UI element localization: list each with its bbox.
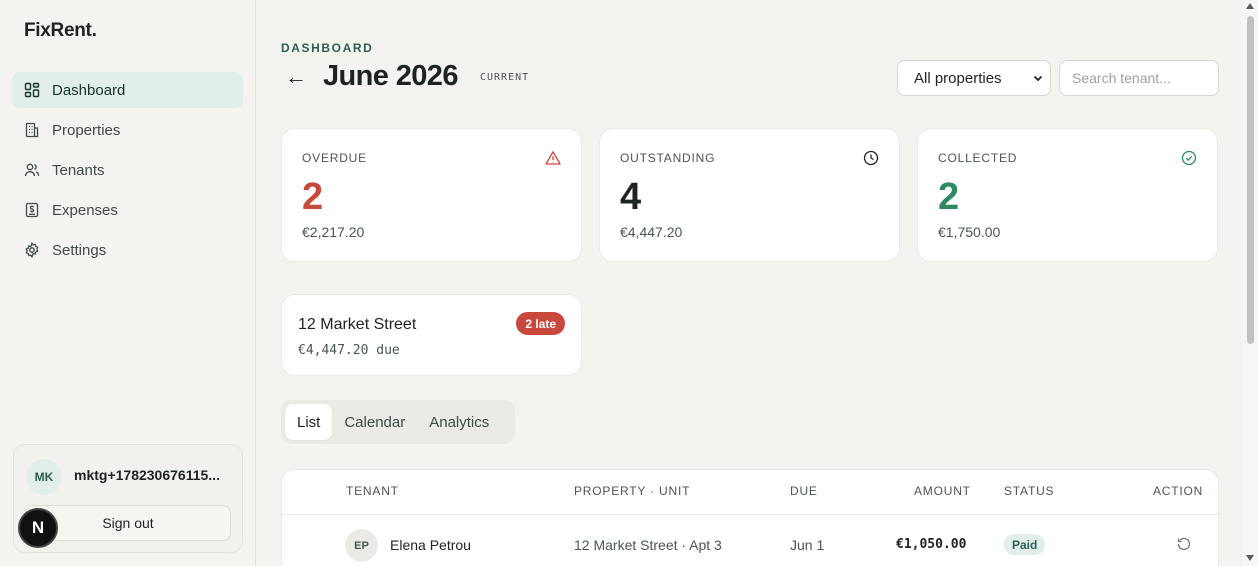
receipt-icon bbox=[24, 202, 40, 218]
stat-card-overdue: OVERDUE 2 €2,217.20 bbox=[281, 128, 582, 262]
stat-count: 4 bbox=[620, 176, 642, 218]
stat-label: COLLECTED bbox=[938, 151, 1018, 165]
tab-calendar[interactable]: Calendar bbox=[332, 404, 417, 440]
main-content: DASHBOARD ← June 2026 CURRENT All proper… bbox=[257, 0, 1243, 566]
sidebar-item-expenses[interactable]: Expenses bbox=[12, 192, 243, 228]
scrollbar-thumb[interactable] bbox=[1247, 16, 1254, 344]
column-header-due[interactable]: DUE bbox=[790, 484, 818, 498]
clock-icon bbox=[863, 150, 879, 166]
sidebar-item-label: Settings bbox=[52, 241, 107, 259]
property-card[interactable]: 12 Market Street 2 late €4,447.20 due bbox=[281, 294, 582, 376]
page-title: June 2026 bbox=[323, 60, 458, 92]
stat-count: 2 bbox=[938, 176, 960, 218]
user-email: mktg+178230676115... bbox=[74, 467, 220, 483]
page-eyebrow: DASHBOARD bbox=[281, 41, 374, 55]
gear-icon bbox=[24, 242, 40, 258]
late-badge: 2 late bbox=[516, 312, 565, 335]
property-due: €4,447.20 due bbox=[298, 343, 400, 358]
back-arrow-icon[interactable]: ← bbox=[285, 64, 307, 90]
sidebar-nav: Dashboard Properties Tenants Expenses Se… bbox=[12, 72, 243, 272]
table-row[interactable]: EP Elena Petrou 12 Market Street · Apt 3… bbox=[282, 515, 1218, 566]
amount: €1,050.00 bbox=[896, 537, 967, 552]
sidebar-item-label: Tenants bbox=[52, 161, 105, 179]
property-name: 12 Market Street bbox=[298, 316, 417, 333]
chevron-down-icon bbox=[1033, 75, 1043, 82]
column-header-status[interactable]: STATUS bbox=[1004, 484, 1054, 498]
stat-count: 2 bbox=[302, 176, 324, 218]
status-badge: Paid bbox=[1004, 534, 1046, 555]
stat-amount: €4,447.20 bbox=[620, 224, 683, 240]
view-tabs: List Calendar Analytics bbox=[281, 400, 515, 444]
tab-analytics[interactable]: Analytics bbox=[417, 404, 501, 440]
property-filter-value: All properties bbox=[914, 69, 1002, 87]
stat-label: OVERDUE bbox=[302, 151, 367, 165]
sidebar-item-properties[interactable]: Properties bbox=[12, 112, 243, 148]
tenant-name: Elena Petrou bbox=[390, 537, 471, 553]
sidebar-item-tenants[interactable]: Tenants bbox=[12, 152, 243, 188]
dashboard-icon bbox=[24, 82, 40, 98]
current-tag: CURRENT bbox=[480, 72, 530, 83]
payments-table: TENANT PROPERTY · UNIT DUE AMOUNT STATUS… bbox=[281, 469, 1219, 566]
column-header-property[interactable]: PROPERTY · UNIT bbox=[574, 484, 690, 498]
app-logo[interactable]: FixRent. bbox=[24, 20, 97, 42]
column-header-action: ACTION bbox=[1153, 484, 1204, 498]
scroll-up-arrow-icon[interactable] bbox=[1246, 3, 1254, 9]
sidebar-item-label: Dashboard bbox=[52, 81, 126, 99]
vertical-scrollbar[interactable] bbox=[1243, 0, 1258, 566]
column-header-tenant[interactable]: TENANT bbox=[346, 484, 399, 498]
tenant-avatar: EP bbox=[345, 529, 378, 562]
search-input[interactable] bbox=[1059, 60, 1219, 96]
tab-list[interactable]: List bbox=[285, 404, 333, 440]
scroll-down-arrow-icon[interactable] bbox=[1246, 555, 1254, 561]
sidebar: FixRent. Dashboard Properties Tenants Ex… bbox=[0, 0, 256, 566]
sidebar-item-settings[interactable]: Settings bbox=[12, 232, 243, 268]
stat-amount: €1,750.00 bbox=[938, 224, 1001, 240]
sidebar-item-label: Expenses bbox=[52, 201, 118, 219]
undo-icon[interactable] bbox=[1176, 536, 1192, 552]
framework-badge[interactable]: N bbox=[18, 508, 58, 548]
due-date: Jun 1 bbox=[790, 537, 825, 553]
users-icon bbox=[24, 162, 40, 178]
sidebar-item-dashboard[interactable]: Dashboard bbox=[12, 72, 243, 108]
avatar: MK bbox=[26, 459, 62, 495]
check-circle-icon bbox=[1181, 150, 1197, 166]
sidebar-item-label: Properties bbox=[52, 121, 121, 139]
stat-card-collected: COLLECTED 2 €1,750.00 bbox=[917, 128, 1218, 262]
property-filter-select[interactable]: All properties bbox=[897, 60, 1051, 96]
stat-amount: €2,217.20 bbox=[302, 224, 365, 240]
stat-card-outstanding: OUTSTANDING 4 €4,447.20 bbox=[599, 128, 900, 262]
alert-triangle-icon bbox=[545, 150, 561, 166]
building-icon bbox=[24, 122, 40, 138]
column-header-amount[interactable]: AMOUNT bbox=[914, 484, 971, 498]
property-unit: 12 Market Street · Apt 3 bbox=[574, 537, 722, 553]
stat-label: OUTSTANDING bbox=[620, 151, 716, 165]
